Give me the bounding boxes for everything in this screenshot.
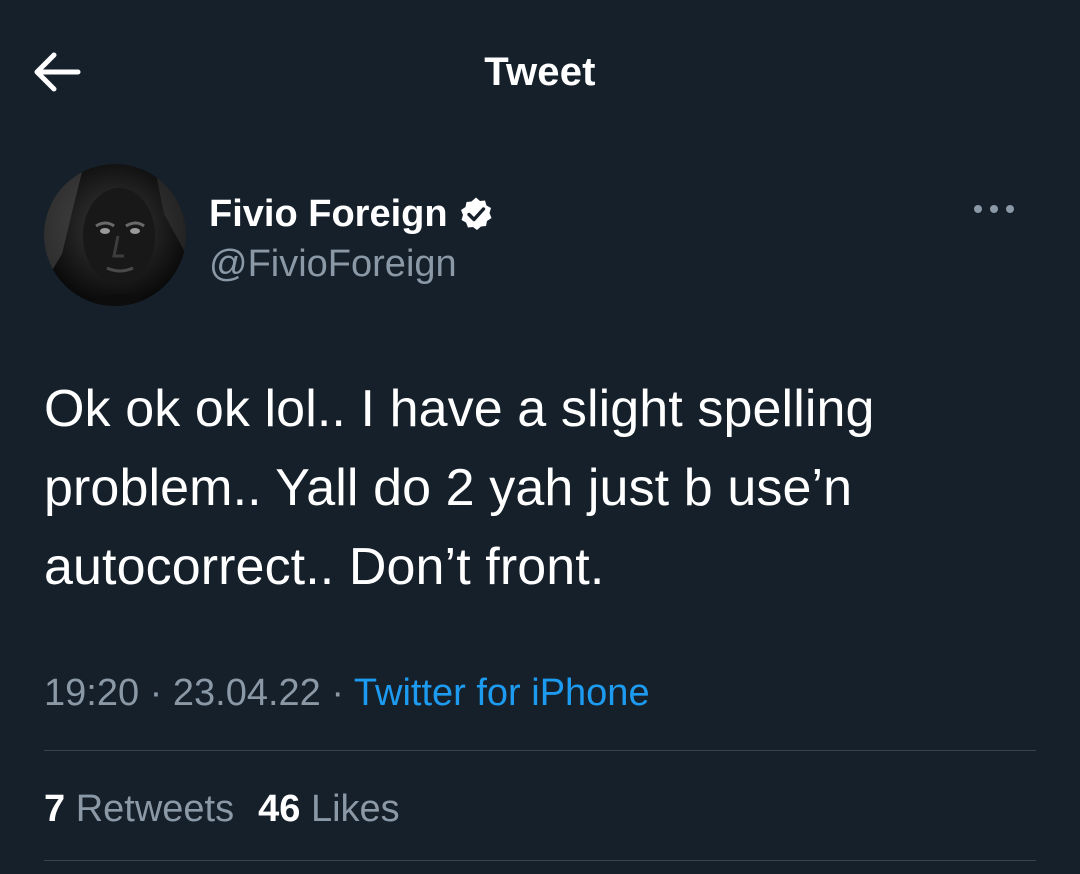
tweet-time: 19:20	[44, 672, 140, 714]
likes-count: 46	[258, 788, 301, 830]
tweet-date: 23.04.22	[172, 672, 321, 714]
divider	[44, 860, 1036, 861]
avatar[interactable]	[44, 164, 186, 306]
tweet-author: Fivio Foreign @FivioForeign	[44, 164, 1044, 309]
author-handle[interactable]: @FivioForeign	[209, 242, 457, 286]
page-title: Tweet	[484, 50, 596, 94]
divider	[44, 750, 1036, 751]
top-bar: Tweet	[0, 0, 1080, 140]
display-name[interactable]: Fivio Foreign	[209, 192, 448, 236]
retweets-count: 7	[44, 788, 66, 830]
more-options-button[interactable]	[964, 194, 1024, 224]
retweets-label: Retweets	[75, 788, 235, 830]
avatar-image	[44, 164, 186, 306]
tweet-stats: 7 Retweets 46 Likes	[44, 784, 400, 834]
likes-stat[interactable]: 46 Likes	[258, 788, 400, 830]
more-horizontal-icon	[974, 205, 1014, 213]
display-name-row: Fivio Foreign	[209, 192, 494, 236]
likes-label: Likes	[310, 788, 400, 830]
retweets-stat[interactable]: 7 Retweets	[44, 788, 234, 830]
tweet-source-link[interactable]: Twitter for iPhone	[354, 672, 650, 714]
verified-badge-icon	[460, 197, 492, 230]
tweet-text: Ok ok ok lol.. I have a slight spelling …	[44, 380, 875, 596]
tweet-meta: 19:20 · 23.04.22 · Twitter for iPhone	[44, 668, 650, 718]
meta-separator: ·	[149, 672, 163, 714]
meta-separator: ·	[331, 672, 345, 714]
